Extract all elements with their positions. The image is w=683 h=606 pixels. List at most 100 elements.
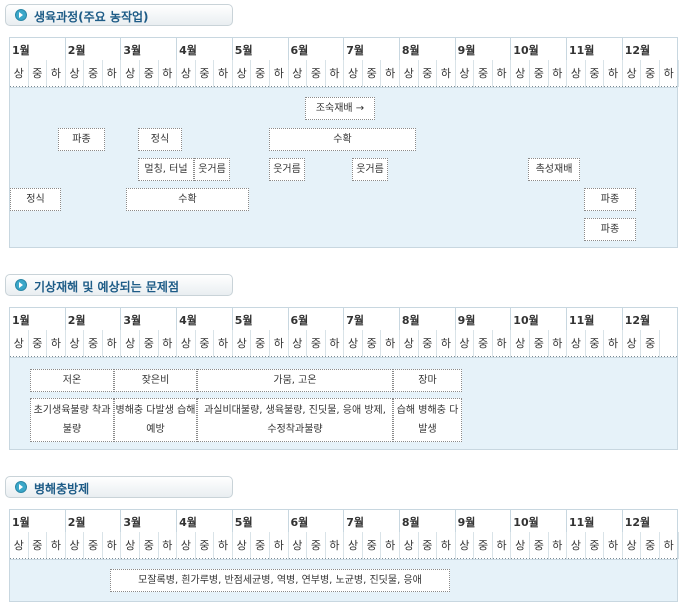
month-divider xyxy=(398,38,400,60)
period-cell: 하 xyxy=(660,60,679,87)
period-cell: 중 xyxy=(474,532,493,559)
month-label: 6월 xyxy=(290,516,309,529)
box-early-growth: 초기생육불량 착과불량 xyxy=(30,398,114,442)
month-row: 1월 2월 3월 4월 5월 6월 7월 8월 9월 10월 11월 12월 xyxy=(10,38,677,61)
schedule-grid-weather: 1월 2월 3월 4월 5월 6월 7월 8월 9월 10월 11월 12월 상중하상중하상중하상중하… xyxy=(9,307,678,450)
month-divider xyxy=(510,308,512,330)
period-cell: 상 xyxy=(121,60,140,87)
period-cell: 하 xyxy=(549,330,568,357)
period-cell: 상 xyxy=(177,60,196,87)
month-label: 6월 xyxy=(290,314,309,327)
month-divider xyxy=(566,510,567,532)
period-cell: 상 xyxy=(456,330,475,357)
period-cell: 상 xyxy=(289,330,308,357)
period-cell: 상 xyxy=(177,330,196,357)
month-divider xyxy=(120,38,122,60)
box-drought-heat: 가뭄, 고온 xyxy=(197,369,393,392)
month-divider xyxy=(287,38,289,60)
period-cell: 중 xyxy=(84,532,103,559)
month-label: 4월 xyxy=(179,516,197,529)
pest-area: 모잘록병, 흰가루병, 반점세균병, 역병, 연부병, 노균병, 진딧물, 응애 xyxy=(10,560,677,601)
period-cell: 상 xyxy=(623,330,642,357)
period-cell: 중 xyxy=(641,60,660,87)
period-cell: 하 xyxy=(326,330,345,357)
period-cell: 상 xyxy=(121,532,140,559)
period-cell: 상 xyxy=(233,532,252,559)
box-topdress-3: 웃거름 xyxy=(352,158,388,181)
period-cell: 중 xyxy=(419,60,438,87)
arrow-bullet-icon xyxy=(15,9,27,21)
section-header-pest: 병해충방제 xyxy=(5,476,233,498)
period-cell: 중 xyxy=(363,532,382,559)
month-divider xyxy=(231,308,233,330)
month-label: 9월 xyxy=(457,516,476,529)
section-title: 생육과정(주요 농작업) xyxy=(34,10,149,24)
box-sowing-3: 파종 xyxy=(584,218,636,241)
period-cell: 중 xyxy=(29,60,48,87)
period-cell: 중 xyxy=(140,330,159,357)
month-label: 9월 xyxy=(457,314,476,327)
month-label: 10월 xyxy=(513,314,539,327)
period-cell: 상 xyxy=(567,532,586,559)
month-label: 10월 xyxy=(513,44,539,57)
period-cell: 상 xyxy=(289,532,308,559)
arrow-bullet-icon xyxy=(15,279,27,291)
box-frequent-rain: 잦은비 xyxy=(114,369,197,392)
month-label: 2월 xyxy=(67,516,86,529)
period-cell: 하 xyxy=(604,60,623,87)
period-cell: 중 xyxy=(530,330,549,357)
box-topdress-1: 웃거름 xyxy=(194,158,230,181)
month-label: 11월 xyxy=(569,314,595,327)
box-disease-list: 모잘록병, 흰가루병, 반점세균병, 역병, 연부병, 노균병, 진딧물, 응애 xyxy=(110,569,450,592)
month-label: 8월 xyxy=(401,314,420,327)
period-cell: 중 xyxy=(586,60,605,87)
month-label: 3월 xyxy=(123,516,142,529)
period-cell: 하 xyxy=(326,532,345,559)
period-cell: 상 xyxy=(623,532,642,559)
period-cell: 상 xyxy=(289,60,308,87)
period-cell: 상 xyxy=(121,330,140,357)
dotted-divider xyxy=(10,86,677,87)
month-divider xyxy=(398,308,400,330)
month-label: 12월 xyxy=(624,44,651,57)
period-cell: 상 xyxy=(177,532,196,559)
period-cell: 하 xyxy=(381,532,400,559)
month-row: 1월 2월 3월 4월 5월 6월 7월 8월 9월 10월 11월 12월 xyxy=(10,510,677,533)
period-cell: 중 xyxy=(419,532,438,559)
box-sowing-1: 파종 xyxy=(58,128,105,151)
period-cell: 하 xyxy=(103,60,122,87)
period-cell: 상 xyxy=(10,60,29,87)
period-cell: 중 xyxy=(251,60,270,87)
period-cell: 중 xyxy=(530,532,549,559)
month-divider xyxy=(621,38,623,60)
period-cell: 중 xyxy=(363,330,382,357)
period-cell: 상 xyxy=(400,330,419,357)
month-divider xyxy=(621,510,623,532)
period-cell: 상 xyxy=(623,60,642,87)
period-cell: 상 xyxy=(233,60,252,87)
period-cell: 중 xyxy=(419,330,438,357)
month-divider xyxy=(454,38,456,60)
period-cell: 하 xyxy=(493,532,512,559)
month-label: 8월 xyxy=(401,516,420,529)
period-cell: 하 xyxy=(159,60,178,87)
period-cell: 중 xyxy=(307,60,326,87)
month-divider xyxy=(176,510,178,532)
period-cell: 상 xyxy=(456,532,475,559)
period-cell: 중 xyxy=(29,330,48,357)
month-label: 12월 xyxy=(624,314,651,327)
month-divider xyxy=(176,38,178,60)
month-divider xyxy=(176,308,178,330)
period-cell: 하 xyxy=(159,532,178,559)
month-label: 5월 xyxy=(234,516,253,529)
month-label: 4월 xyxy=(179,314,197,327)
period-cell: 상 xyxy=(344,330,363,357)
period-cell: 상 xyxy=(511,532,530,559)
box-forcing-culture: 촉성재배 xyxy=(528,158,580,181)
period-cell: 하 xyxy=(437,60,456,87)
month-label: 5월 xyxy=(234,44,253,57)
month-divider xyxy=(287,510,289,532)
section-header-weather: 기상재해 및 예상되는 문제점 xyxy=(5,274,233,296)
month-label: 3월 xyxy=(123,44,142,57)
period-cell: 중 xyxy=(140,532,159,559)
